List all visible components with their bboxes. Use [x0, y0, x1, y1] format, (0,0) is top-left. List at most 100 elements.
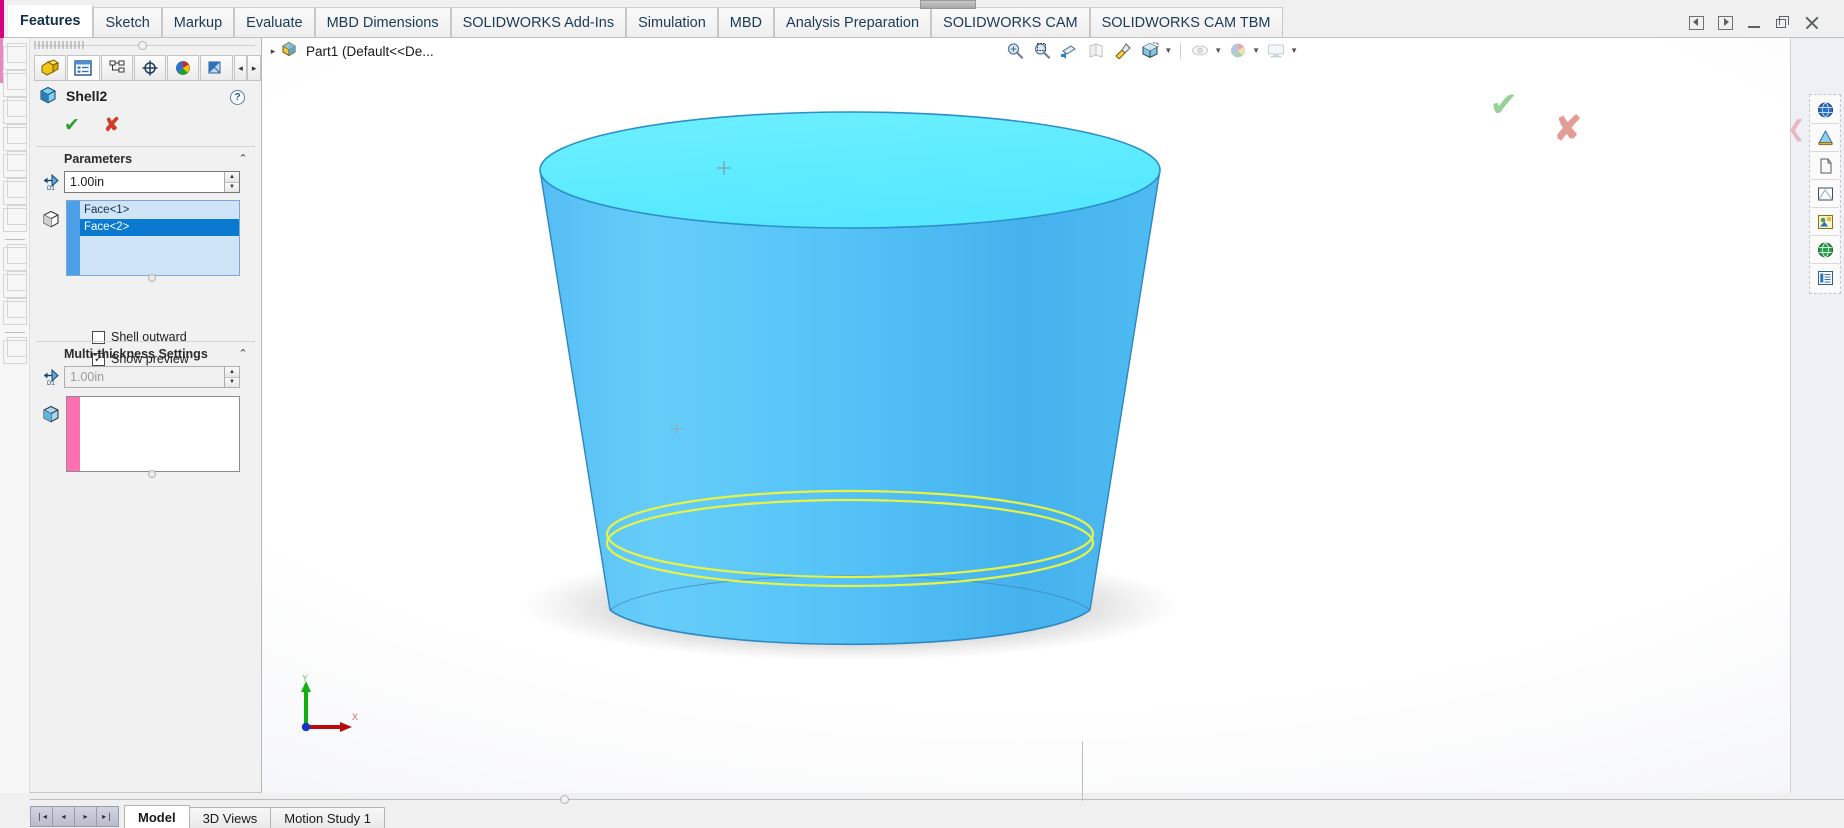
bottom-tab-motion-study-1[interactable]: Motion Study 1 [270, 807, 385, 828]
graphics-area[interactable]: ▸ Part1 (Default<<De... ▼ ▼ ▼ ▼ ✔ ✘ Y X [262, 38, 1790, 793]
first-tab-button[interactable]: ❘◂ [30, 806, 53, 827]
faces-field-row [38, 200, 64, 230]
ribbon-tab-features[interactable]: Features [8, 5, 94, 37]
next-tab-button[interactable]: ▸ [74, 806, 97, 827]
ribbon-tab-markup[interactable]: Markup [161, 7, 235, 37]
ribbon-tab-simulation[interactable]: Simulation [626, 7, 718, 37]
tapered-cup-shell-model[interactable] [262, 38, 1790, 793]
multi-thickness-faces-listbox[interactable] [66, 396, 240, 472]
multi-thickness-spin-up[interactable]: ▲ [225, 367, 239, 378]
faces-to-remove-listbox[interactable]: Face<1> Face<2> [66, 200, 240, 276]
hole-wizard-icon[interactable] [2, 205, 27, 232]
ribbon-tab-mbd-dimensions[interactable]: MBD Dimensions [314, 7, 451, 37]
triad-y-label: Y [302, 675, 308, 683]
listbox-accent-bar [67, 201, 80, 275]
shell-feature-icon [40, 86, 56, 104]
linear-pattern-icon[interactable] [2, 271, 27, 298]
multi-thickness-spinner[interactable]: ▲ ▼ [224, 367, 239, 387]
multi-thickness-faces-list [80, 397, 239, 471]
ribbon-tab-evaluate[interactable]: Evaluate [234, 7, 315, 37]
ribbon-tab-solidworks-cam-tbm[interactable]: SOLIDWORKS CAM TBM [1089, 7, 1283, 37]
configuration-manager-tab[interactable] [100, 55, 133, 80]
tabs-scroll-right-button[interactable]: ▸ [247, 55, 262, 80]
task-pane-collapse-chevron[interactable]: ❮ [1787, 116, 1805, 142]
display-manager-tab[interactable] [167, 55, 200, 80]
faces-listbox-resize-handle[interactable] [148, 274, 156, 282]
rib-icon[interactable] [2, 298, 27, 325]
ribbon-tab-solidworks-cam[interactable]: SOLIDWORKS CAM [931, 7, 1090, 37]
parameters-heading: Parameters [64, 152, 133, 166]
next-tab-label: ▸ [83, 812, 88, 821]
extruded-cut-icon[interactable] [2, 178, 27, 205]
help-button[interactable]: ? [230, 90, 245, 105]
pane-next-button[interactable] [1718, 16, 1733, 30]
boundary-boss-icon[interactable] [2, 151, 27, 178]
file-explorer-icon[interactable] [1811, 152, 1839, 180]
thickness-dimension-icon: D1 [38, 171, 64, 193]
last-tab-button[interactable]: ▸❘ [96, 806, 119, 827]
thickness-spinner[interactable]: ▲ ▼ [224, 172, 239, 192]
list-item[interactable]: Face<1> [80, 202, 239, 219]
previous-tab-label: ◂ [61, 812, 66, 821]
ribbon-tab-label: Simulation [638, 14, 706, 31]
faces-to-remove-icon [38, 208, 64, 230]
list-item[interactable]: Face<2> [80, 219, 239, 236]
ribbon-tab-label: MBD [729, 14, 763, 31]
multi-thickness-spinbox[interactable]: ▲ ▼ [64, 366, 240, 388]
tabs-scroll-right-label: ▸ [251, 62, 257, 73]
accept-button[interactable]: ✔ [64, 116, 80, 135]
bottom-tab-3d-views[interactable]: 3D Views [188, 807, 272, 828]
ribbon-tab-label: SOLIDWORKS Add-Ins [462, 14, 615, 31]
thickness-spinbox[interactable]: ▲ ▼ [64, 171, 240, 193]
previous-tab-button[interactable]: ◂ [52, 806, 75, 827]
multi-thickness-dimension-icon: D1 [38, 366, 64, 388]
design-library-icon[interactable] [1811, 124, 1839, 152]
help-label: ? [234, 92, 241, 103]
ribbon-tab-analysis-preparation[interactable]: Analysis Preparation [774, 7, 932, 37]
parameters-divider [36, 146, 255, 147]
parameters-collapse-chevron[interactable]: ⌃ [237, 153, 249, 165]
toolbar-divider [4, 239, 25, 240]
dimxpert-manager-tab[interactable] [133, 55, 167, 80]
view-palette-icon[interactable] [1811, 180, 1839, 208]
multi-thickness-spin-down[interactable]: ▼ [225, 377, 239, 387]
tabs-scroll-left-button[interactable]: ◂ [233, 55, 248, 80]
command-manager-tabbar: Features Sketch Markup Evaluate MBD Dime… [0, 0, 1844, 38]
cancel-button[interactable]: ✘ [104, 116, 120, 135]
multi-thickness-input[interactable] [65, 367, 215, 387]
close-button[interactable] [1805, 16, 1820, 30]
lofted-boss-icon[interactable] [2, 124, 27, 151]
solidworks-resources-icon[interactable] [1811, 96, 1839, 124]
feature-manager-tree-tab[interactable] [34, 55, 67, 80]
panel-split-handle[interactable] [138, 41, 147, 50]
ribbon-tab-solidworks-add-ins[interactable]: SOLIDWORKS Add-Ins [450, 7, 627, 37]
panel-drag-dots[interactable] [34, 41, 84, 49]
fillet-icon[interactable] [2, 244, 27, 271]
bottom-scroll-handle[interactable] [560, 795, 569, 804]
property-manager-tab[interactable] [67, 55, 100, 80]
restore-button[interactable] [1776, 16, 1791, 30]
coordinate-triad: Y X [301, 675, 358, 732]
solidworks-forum-icon[interactable] [1811, 264, 1839, 292]
thickness-spin-up[interactable]: ▲ [225, 172, 239, 183]
ribbon-tab-sketch[interactable]: Sketch [93, 7, 162, 37]
task-pane: ❮ [1787, 38, 1844, 828]
thickness-spin-down[interactable]: ▼ [225, 182, 239, 192]
minimize-button[interactable] [1747, 16, 1762, 30]
ribbon-pin-chip[interactable] [920, 0, 976, 9]
ribbon-tab-mbd[interactable]: MBD [717, 7, 775, 37]
revolved-boss-icon[interactable] [2, 70, 27, 97]
bottom-tab-model[interactable]: Model [124, 805, 190, 828]
extruded-boss-icon[interactable] [2, 43, 27, 70]
thickness-input[interactable] [65, 172, 215, 192]
custom-properties-icon[interactable] [1811, 236, 1839, 264]
cam-feature-tree-tab[interactable] [200, 55, 233, 80]
pane-previous-button[interactable] [1689, 16, 1704, 30]
multi-thickness-listbox-resize-handle[interactable] [148, 470, 156, 478]
appearances-scenes-decals-icon[interactable] [1811, 208, 1839, 236]
thickness-field-row: D1 ▲ ▼ [38, 171, 240, 193]
reference-geometry-icon[interactable] [2, 337, 27, 364]
tab-navigation-buttons: ❘◂ ◂ ▸ ▸❘ [30, 806, 119, 827]
swept-boss-icon[interactable] [2, 97, 27, 124]
multi-thickness-collapse-chevron[interactable]: ⌃ [237, 348, 249, 360]
